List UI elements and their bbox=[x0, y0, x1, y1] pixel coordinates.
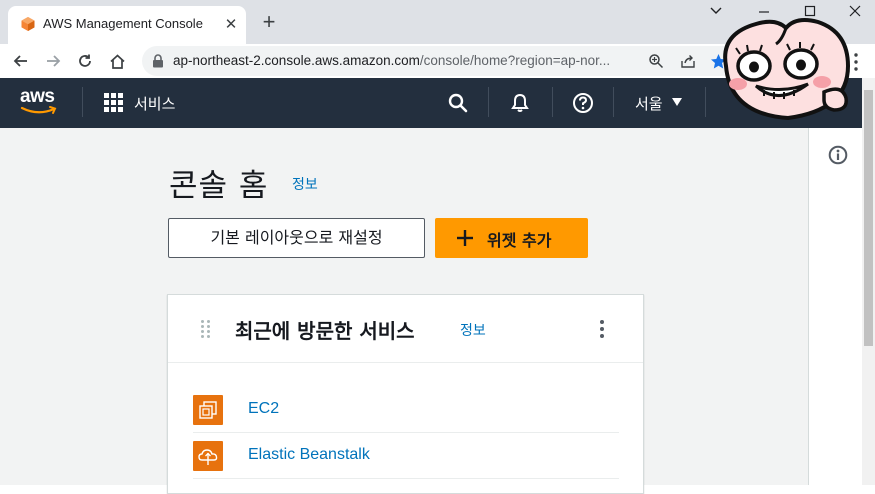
scrollbar-thumb[interactable] bbox=[864, 90, 873, 346]
url-text: ap-northeast-2.console.aws.amazon.com/co… bbox=[173, 53, 610, 68]
page-title: 콘솔 홈 bbox=[169, 168, 269, 204]
reset-layout-button[interactable]: 기본 레이아웃으로 재설정 bbox=[168, 218, 425, 258]
new-tab-button[interactable]: + bbox=[258, 11, 280, 34]
recently-visited-widget: 최근에 방문한 서비스 정보 EC2 Elastic Beanstalk bbox=[167, 294, 644, 494]
plus-icon bbox=[457, 230, 473, 246]
elastic-beanstalk-icon bbox=[193, 441, 223, 471]
service-link-ec2[interactable]: EC2 bbox=[248, 400, 279, 418]
region-caret-down-icon[interactable] bbox=[672, 98, 682, 106]
tab-title: AWS Management Console bbox=[43, 16, 203, 31]
nav-divider bbox=[82, 87, 83, 117]
widget-actions-menu-icon[interactable] bbox=[598, 319, 606, 339]
help-panel-rail bbox=[808, 128, 862, 485]
address-bar[interactable]: ap-northeast-2.console.aws.amazon.com/co… bbox=[142, 46, 742, 76]
reload-icon[interactable] bbox=[72, 48, 98, 74]
nav-divider bbox=[552, 87, 553, 117]
drag-handle-icon[interactable] bbox=[201, 320, 211, 338]
page-scrollbar[interactable] bbox=[862, 78, 875, 485]
notifications-bell-icon[interactable] bbox=[508, 91, 532, 115]
nav-divider bbox=[613, 87, 614, 117]
aws-smile-icon bbox=[20, 106, 57, 114]
forward-arrow-icon[interactable] bbox=[40, 48, 66, 74]
nav-divider bbox=[488, 87, 489, 117]
add-widget-label: 위젯 추가 bbox=[487, 231, 552, 250]
peach-character-sticker bbox=[723, 18, 851, 121]
help-icon[interactable] bbox=[571, 91, 595, 115]
search-icon[interactable] bbox=[446, 91, 470, 115]
url-host: ap-northeast-2.console.aws.amazon.com bbox=[173, 53, 420, 68]
widget-info-link[interactable]: 정보 bbox=[460, 320, 486, 340]
aws-logo[interactable]: aws bbox=[20, 86, 62, 116]
list-item[interactable]: EC2 bbox=[193, 387, 619, 433]
console-home-page: 콘솔 홈 정보 기본 레이아웃으로 재설정 위젯 추가 최근에 방문한 서비스 … bbox=[0, 128, 862, 494]
browser-tab-aws-console[interactable]: AWS Management Console ✕ bbox=[8, 6, 246, 44]
back-arrow-icon[interactable] bbox=[8, 48, 34, 74]
services-menu-button[interactable]: 서비스 bbox=[134, 93, 175, 114]
aws-cube-favicon-icon bbox=[21, 17, 35, 31]
list-item[interactable]: Elastic Beanstalk bbox=[193, 433, 619, 479]
home-icon[interactable] bbox=[104, 48, 130, 74]
zoom-icon[interactable] bbox=[647, 52, 665, 70]
services-grid-icon[interactable] bbox=[104, 93, 124, 113]
lock-icon bbox=[153, 54, 163, 68]
service-link-elastic-beanstalk[interactable]: Elastic Beanstalk bbox=[248, 446, 370, 464]
page-info-link[interactable]: 정보 bbox=[292, 174, 318, 194]
widget-title: 최근에 방문한 서비스 bbox=[235, 319, 415, 343]
info-circle-icon[interactable] bbox=[828, 145, 848, 165]
nav-divider bbox=[705, 87, 706, 117]
region-selector[interactable]: 서울 bbox=[635, 93, 663, 114]
widget-header: 최근에 방문한 서비스 정보 bbox=[168, 295, 643, 363]
add-widget-button[interactable]: 위젯 추가 bbox=[435, 218, 588, 258]
share-icon[interactable] bbox=[679, 52, 697, 70]
ec2-icon bbox=[193, 395, 223, 425]
url-path: /console/home?region=ap-nor... bbox=[419, 53, 611, 68]
tab-close-icon[interactable]: ✕ bbox=[222, 15, 240, 33]
